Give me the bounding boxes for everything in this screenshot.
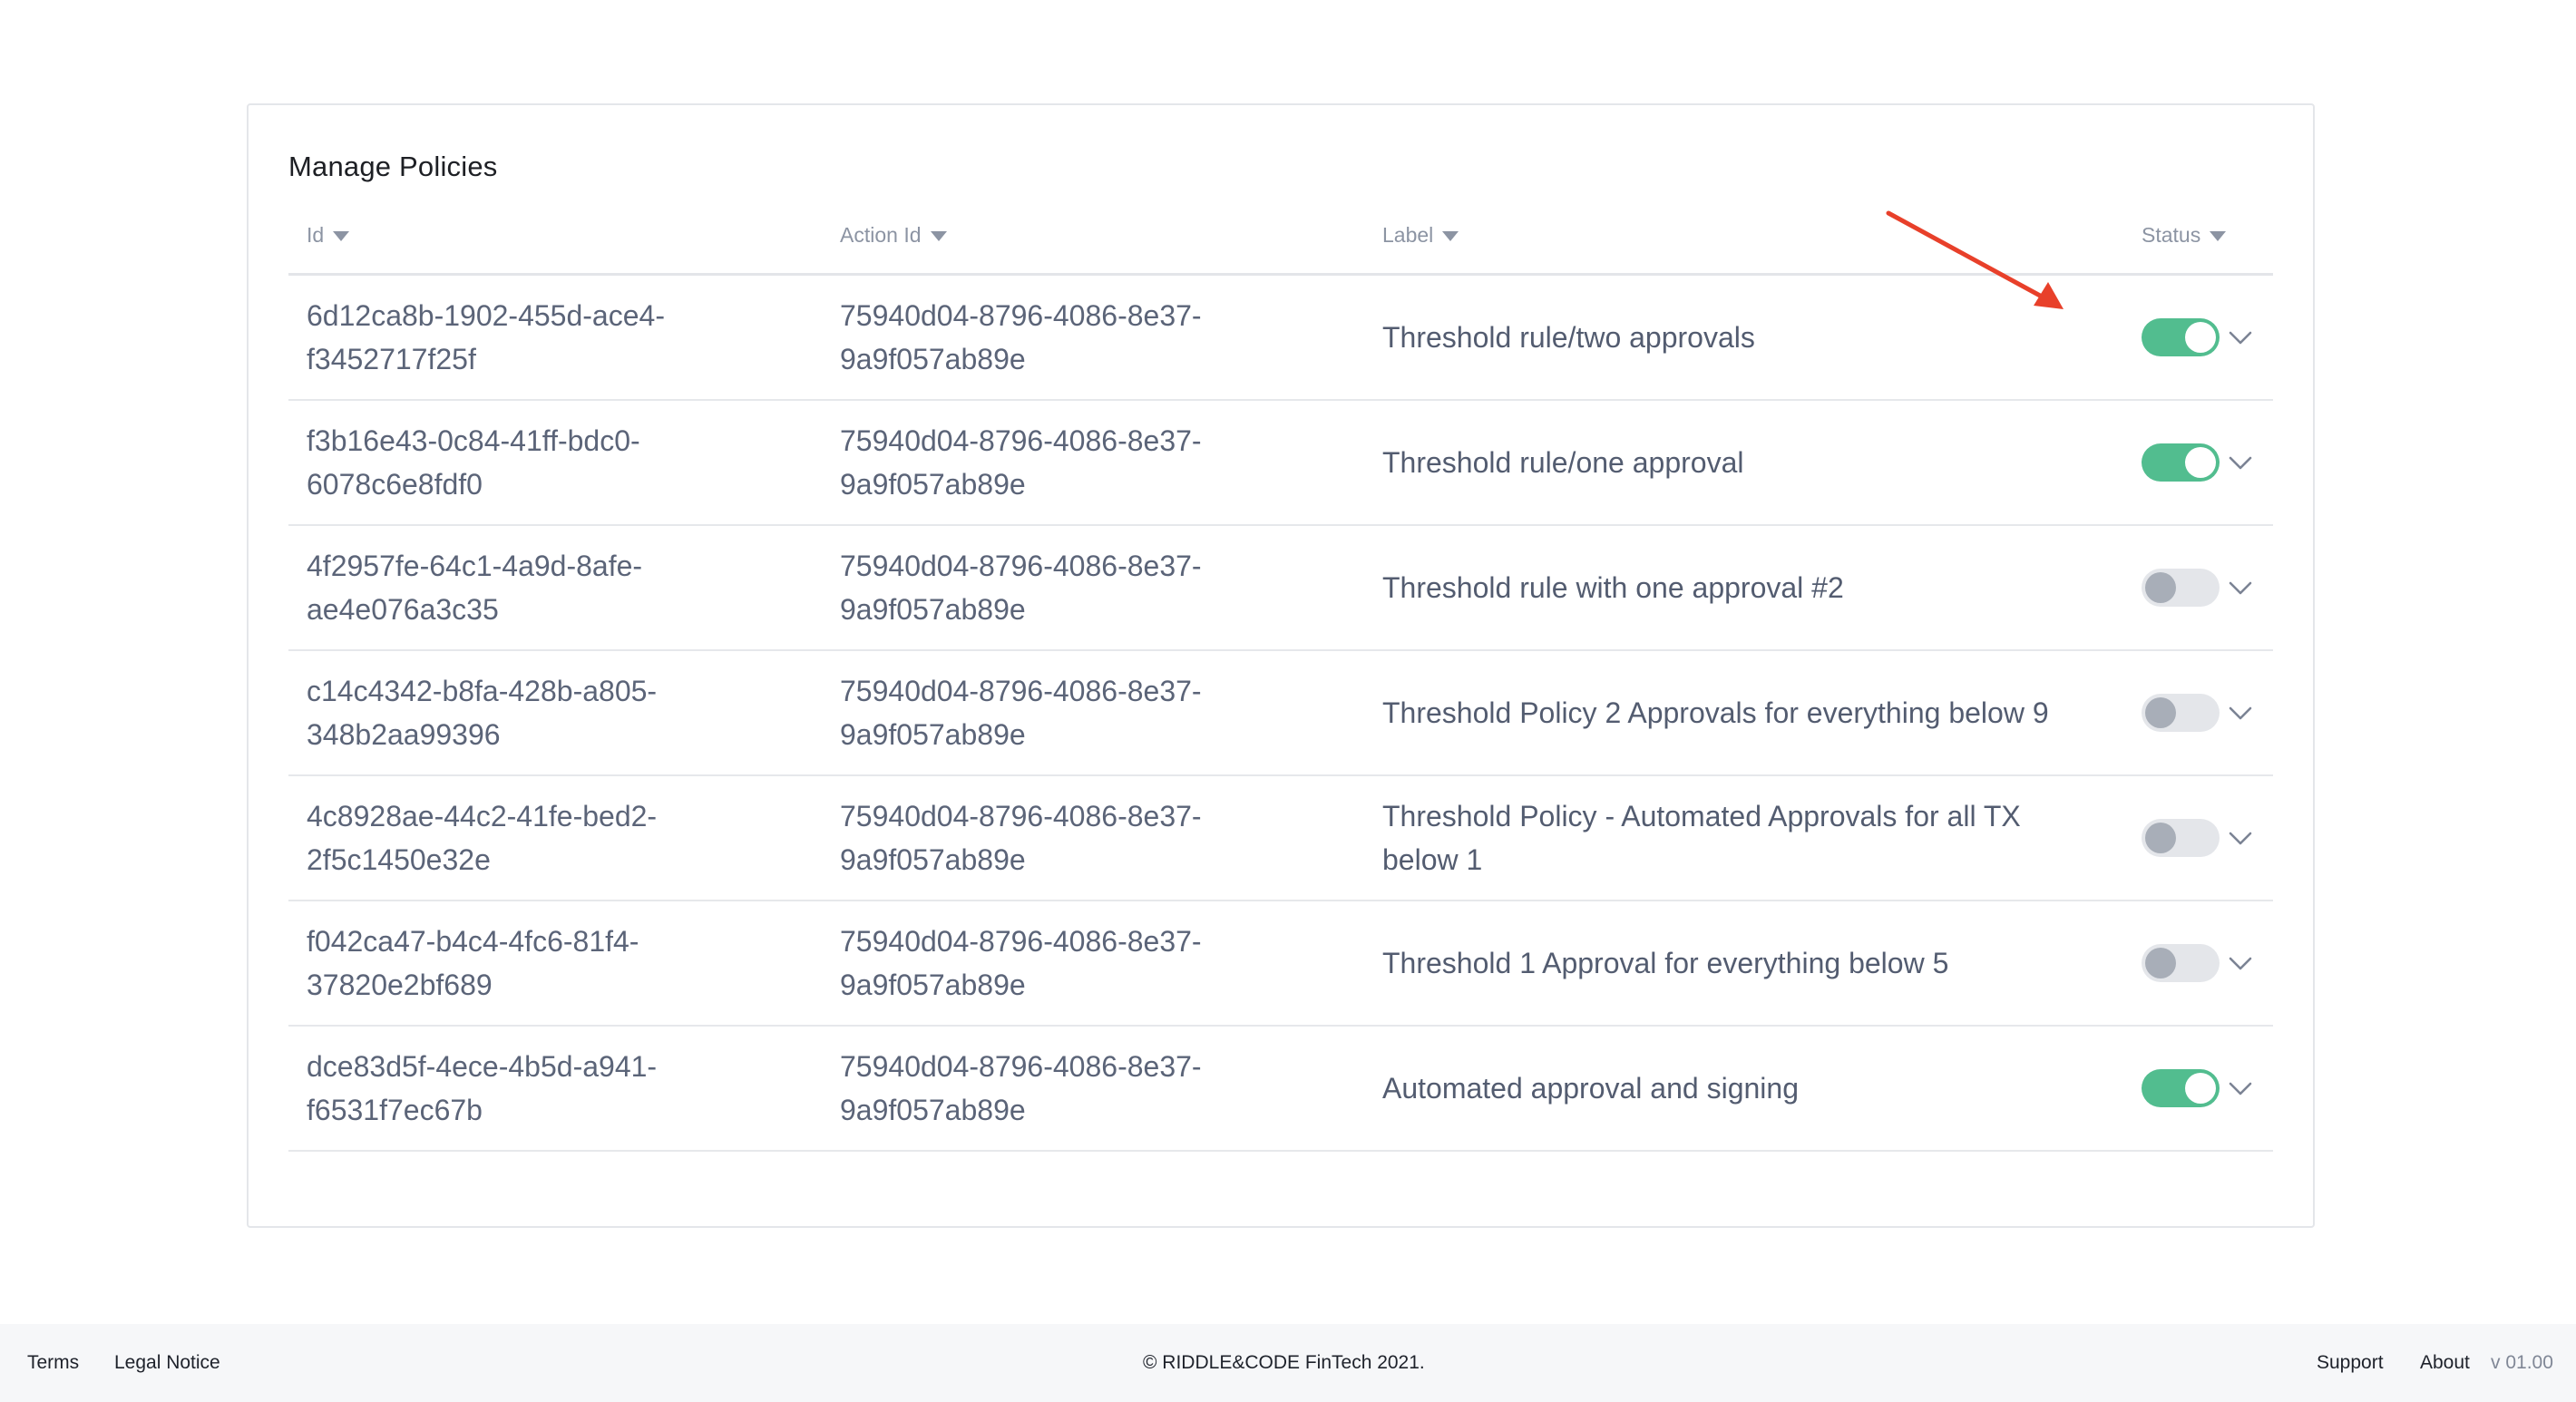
table-body: 6d12ca8b-1902-455d-ace4-f3452717f25f 7594…: [288, 276, 2273, 1152]
policy-label: Threshold Policy 2 Approvals for everyth…: [1382, 696, 2049, 729]
caret-down-icon: [1442, 231, 1459, 241]
policies-table: Id Action Id Label Status 6d12ca8b-1902-…: [288, 196, 2273, 1152]
chevron-down-icon[interactable]: [2224, 1072, 2257, 1105]
page-title: Manage Policies: [288, 151, 498, 182]
toggle-knob: [2185, 322, 2216, 353]
footer-link-terms[interactable]: Terms: [27, 1324, 79, 1402]
policy-action-id: 75940d04-8796-4086-8e37-9a9f057ab89e: [840, 550, 1202, 626]
policy-action-id: 75940d04-8796-4086-8e37-9a9f057ab89e: [840, 424, 1202, 501]
toggle-knob: [2185, 1073, 2216, 1104]
table-row: f042ca47-b4c4-4fc6-81f4-37820e2bf689 7594…: [288, 901, 2273, 1027]
policy-id: f042ca47-b4c4-4fc6-81f4-37820e2bf689: [307, 925, 639, 1001]
manage-policies-card: Manage Policies Id Action Id Label Statu…: [247, 103, 2315, 1228]
policy-label: Threshold Policy - Automated Approvals f…: [1382, 800, 2021, 876]
table-header: Id Action Id Label Status: [288, 196, 2273, 276]
footer-link-support[interactable]: Support: [2317, 1324, 2384, 1402]
policy-label: Automated approval and signing: [1382, 1072, 1799, 1105]
policy-id: c14c4342-b8fa-428b-a805-348b2aa99396: [307, 675, 658, 751]
chevron-down-icon[interactable]: [2224, 696, 2257, 729]
toggle-knob: [2145, 697, 2176, 728]
footer-link-about[interactable]: About: [2420, 1324, 2470, 1402]
caret-down-icon: [333, 231, 350, 241]
table-row: dce83d5f-4ece-4b5d-a941-f6531f7ec67b 7594…: [288, 1027, 2273, 1152]
policy-label: Threshold rule/one approval: [1382, 446, 1744, 479]
policy-action-id: 75940d04-8796-4086-8e37-9a9f057ab89e: [840, 675, 1202, 751]
policy-id: f3b16e43-0c84-41ff-bdc0-6078c6e8fdf0: [307, 424, 640, 501]
footer-copyright: © RIDDLE&CODE FinTech 2021.: [1143, 1352, 1425, 1373]
chevron-down-icon[interactable]: [2224, 321, 2257, 354]
table-row: 4c8928ae-44c2-41fe-bed2-2f5c1450e32e 7594…: [288, 776, 2273, 901]
policy-id: 6d12ca8b-1902-455d-ace4-f3452717f25f: [307, 299, 665, 375]
caret-down-icon: [2210, 231, 2227, 241]
status-toggle[interactable]: [2142, 694, 2220, 732]
column-header-status[interactable]: Status: [2142, 223, 2227, 248]
status-toggle[interactable]: [2142, 569, 2220, 607]
status-toggle[interactable]: [2142, 1069, 2220, 1107]
toggle-knob: [2145, 948, 2176, 978]
table-row: 4f2957fe-64c1-4a9d-8afe-ae4e076a3c35 7594…: [288, 526, 2273, 651]
chevron-down-icon[interactable]: [2224, 947, 2257, 979]
status-toggle[interactable]: [2142, 318, 2220, 356]
status-toggle[interactable]: [2142, 443, 2220, 482]
table-row: 6d12ca8b-1902-455d-ace4-f3452717f25f 7594…: [288, 276, 2273, 401]
column-header-label[interactable]: Label: [1382, 223, 1459, 248]
column-header-action-id[interactable]: Action Id: [840, 223, 947, 248]
policy-label: Threshold 1 Approval for everything belo…: [1382, 947, 1949, 979]
status-toggle[interactable]: [2142, 819, 2220, 857]
policy-action-id: 75940d04-8796-4086-8e37-9a9f057ab89e: [840, 925, 1202, 1001]
policy-label: Threshold rule/two approvals: [1382, 321, 1755, 354]
table-row: c14c4342-b8fa-428b-a805-348b2aa99396 7594…: [288, 651, 2273, 776]
policy-id: 4c8928ae-44c2-41fe-bed2-2f5c1450e32e: [307, 800, 658, 876]
column-header-id[interactable]: Id: [307, 223, 350, 248]
policy-id: dce83d5f-4ece-4b5d-a941-f6531f7ec67b: [307, 1050, 658, 1126]
column-header-label: Id: [307, 223, 325, 247]
policy-action-id: 75940d04-8796-4086-8e37-9a9f057ab89e: [840, 299, 1202, 375]
footer-version: v 01.00: [2491, 1352, 2553, 1373]
policy-action-id: 75940d04-8796-4086-8e37-9a9f057ab89e: [840, 800, 1202, 876]
policy-id: 4f2957fe-64c1-4a9d-8afe-ae4e076a3c35: [307, 550, 643, 626]
toggle-knob: [2185, 447, 2216, 478]
policy-action-id: 75940d04-8796-4086-8e37-9a9f057ab89e: [840, 1050, 1202, 1126]
toggle-knob: [2145, 823, 2176, 853]
toggle-knob: [2145, 572, 2176, 603]
footer: Terms Legal Notice © RIDDLE&CODE FinTech…: [0, 1324, 2576, 1402]
table-row: f3b16e43-0c84-41ff-bdc0-6078c6e8fdf0 7594…: [288, 401, 2273, 526]
column-header-label: Action Id: [840, 223, 922, 247]
column-header-label: Status: [2142, 223, 2201, 247]
chevron-down-icon[interactable]: [2224, 822, 2257, 854]
chevron-down-icon[interactable]: [2224, 446, 2257, 479]
policy-label: Threshold rule with one approval #2: [1382, 571, 1844, 604]
chevron-down-icon[interactable]: [2224, 571, 2257, 604]
status-toggle[interactable]: [2142, 944, 2220, 982]
caret-down-icon: [930, 231, 947, 241]
footer-link-legal-notice[interactable]: Legal Notice: [114, 1324, 220, 1402]
column-header-label: Label: [1382, 223, 1434, 247]
